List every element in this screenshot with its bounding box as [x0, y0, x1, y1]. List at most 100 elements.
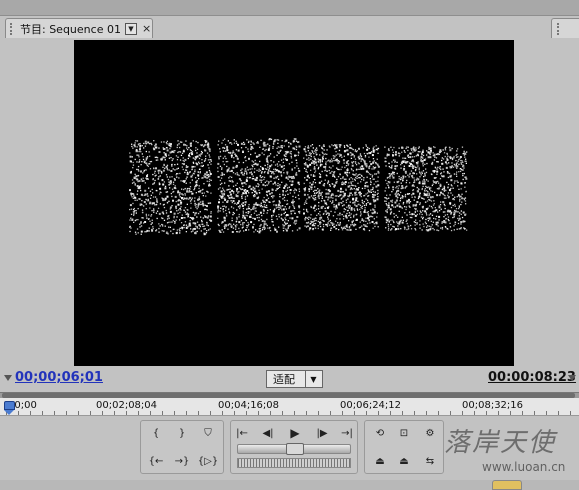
particle [155, 146, 158, 149]
tab-program-sequence[interactable]: 节目: Sequence 01 ▼ × [5, 18, 153, 38]
particle [222, 187, 224, 189]
particle [201, 162, 203, 164]
particle [198, 168, 201, 170]
particle [149, 143, 151, 145]
particle [229, 170, 231, 173]
particle [149, 155, 151, 157]
particle [245, 170, 247, 172]
bottom-panel-tab[interactable] [492, 480, 522, 490]
particle [322, 152, 324, 154]
particle [220, 196, 222, 198]
particle [201, 221, 203, 223]
particle [134, 173, 136, 175]
current-timecode[interactable]: 00;00;06;01 [15, 370, 103, 385]
video-frame[interactable] [74, 40, 514, 366]
mark-out-icon[interactable]: } [171, 423, 193, 443]
particle [267, 172, 270, 175]
particle [363, 229, 366, 231]
particle [176, 146, 178, 149]
chevron-down-icon[interactable]: ▼ [305, 371, 321, 387]
extract-icon[interactable]: ⏏ [393, 451, 415, 471]
particle [282, 165, 284, 167]
particle [236, 216, 238, 219]
particle [332, 175, 334, 177]
particle [343, 178, 346, 180]
trim-icon[interactable]: ⇆ [419, 451, 441, 471]
jog-knob[interactable] [286, 443, 304, 455]
duration-options-icon[interactable] [568, 375, 576, 381]
particle [412, 161, 415, 163]
particle [210, 192, 212, 194]
go-to-in-icon[interactable]: {← [145, 451, 167, 471]
particle [323, 149, 325, 151]
particle [202, 195, 204, 197]
tab-close-icon[interactable]: × [142, 22, 151, 35]
particle [327, 181, 329, 184]
playhead-head[interactable] [4, 401, 15, 410]
playhead[interactable] [4, 401, 15, 415]
particle [355, 197, 358, 200]
panel-menu-dropdown-icon[interactable]: ▼ [124, 22, 137, 35]
particle [226, 148, 228, 150]
particle [447, 176, 449, 179]
particle [422, 216, 424, 219]
particle [261, 220, 263, 222]
timecode-options-icon[interactable] [4, 375, 12, 381]
particle [209, 202, 212, 204]
particle [264, 185, 266, 187]
particle [276, 163, 278, 165]
go-next-marker-icon[interactable]: →| [336, 423, 358, 443]
particle [385, 187, 387, 189]
particle [136, 193, 138, 195]
particle [306, 154, 308, 157]
play-icon[interactable]: ▶ [284, 423, 306, 443]
shuttle-slider[interactable] [237, 458, 351, 468]
adjacent-tab-grip-icon[interactable] [557, 23, 563, 35]
particle [209, 159, 211, 161]
particle [206, 209, 208, 211]
particle [142, 194, 144, 197]
particle [282, 169, 284, 171]
mark-in-icon[interactable]: { [145, 423, 167, 443]
particle [187, 166, 189, 168]
marker-icon[interactable]: ⛉ [197, 423, 219, 443]
loop-icon[interactable]: ⟲ [369, 423, 391, 443]
particle [345, 215, 347, 217]
adjacent-panel-tab[interactable] [551, 18, 579, 38]
particle [460, 221, 463, 223]
play-in-out-icon[interactable]: {▷} [197, 451, 219, 471]
particle [339, 153, 341, 155]
go-to-out-icon[interactable]: →} [171, 451, 193, 471]
particle [449, 226, 452, 228]
particle [406, 201, 408, 203]
particle [458, 215, 460, 217]
output-icon[interactable]: ⚙ [419, 423, 441, 443]
particle [237, 143, 239, 146]
particle [330, 227, 332, 229]
particle [248, 157, 250, 160]
ruler-tick [402, 411, 403, 415]
particle [391, 149, 394, 151]
particle [171, 150, 174, 153]
lift-icon[interactable]: ⏏ [369, 451, 391, 471]
particle [347, 185, 350, 188]
go-prev-marker-icon[interactable]: |← [231, 423, 253, 443]
particle [298, 183, 300, 186]
particle [446, 210, 449, 213]
duration-timecode[interactable]: 00:00:08:23 [488, 370, 576, 385]
particle [201, 192, 203, 194]
particle [424, 188, 426, 190]
particle [255, 176, 258, 179]
jog-slider[interactable] [237, 443, 351, 455]
particle [195, 206, 197, 208]
particle [385, 227, 387, 229]
zoom-fit-select[interactable]: 适配 ▼ [266, 370, 323, 388]
particle [190, 199, 193, 201]
step-back-icon[interactable]: ◀| [257, 423, 279, 443]
time-ruler[interactable]: 00;00 00;02;08;04 00;04;16;08 00;06;24;1… [0, 398, 579, 416]
safe-margins-icon[interactable]: ⊡ [393, 423, 415, 443]
particle [251, 173, 253, 176]
particle [243, 189, 246, 192]
step-forward-icon[interactable]: |▶ [311, 423, 333, 443]
tab-grip-icon[interactable] [10, 22, 16, 35]
